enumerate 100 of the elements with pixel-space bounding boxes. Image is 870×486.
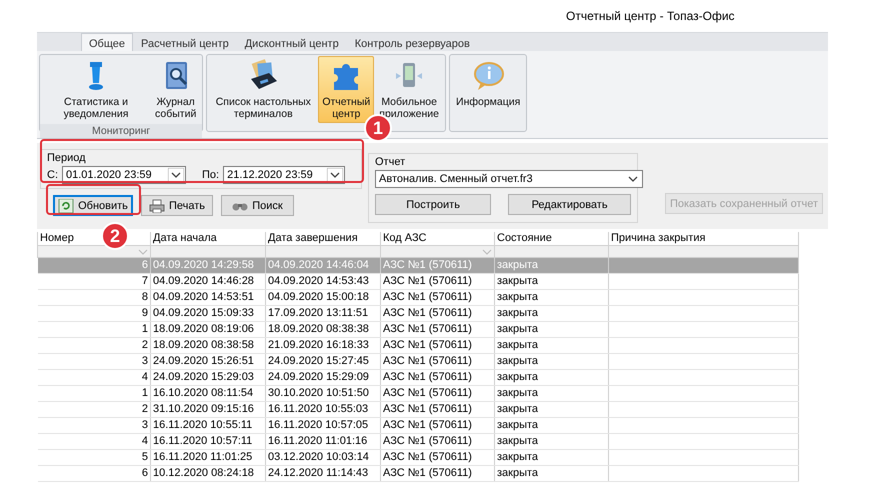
table-cell: 16.11.2020 10:57:11 (153, 435, 252, 447)
table-cell: закрыта (497, 323, 538, 335)
ribbon-button[interactable]: Статистика и уведомления (42, 56, 150, 123)
field-label: По: (202, 169, 220, 181)
table-cell: 16.11.2020 11:01:25 (153, 451, 252, 463)
table-row[interactable]: 3 24.09.2020 15:26:51 24.09.2020 15:27:45 АЗС №1 (570611) закрыта (38, 354, 798, 370)
table-cell: 7 (142, 275, 148, 287)
table-cell: 18.09.2020 08:38:58 (153, 339, 254, 351)
table-cell: 24.09.2020 15:26:51 (153, 355, 254, 367)
table-cell: АЗС №1 (570611) (383, 291, 472, 303)
ribbon-button[interactable]: Журнал событий (151, 56, 200, 123)
window-title: Отчетный центр - Топаз-Офис (566, 9, 735, 23)
table-row[interactable]: 8 04.09.2020 14:53:51 04.09.2020 15:00:18 АЗС №1 (570611) закрыта (38, 290, 798, 306)
table-cell: закрыта (497, 435, 538, 447)
table-cell: АЗС №1 (570611) (383, 307, 472, 319)
ribbon-button[interactable]: Отчетный центр (318, 56, 374, 123)
group-label: Мониторинг (40, 124, 202, 138)
table-cell: 04.09.2020 14:46:04 (268, 259, 369, 271)
table-cell: 04.09.2020 14:29:58 (153, 259, 254, 271)
table-cell: закрыта (497, 275, 538, 287)
table-cell: закрыта (497, 403, 538, 415)
table-cell: АЗС №1 (570611) (383, 371, 472, 383)
table-cell: 6 (142, 467, 148, 479)
table-cell: 24.09.2020 15:29:03 (153, 371, 254, 383)
column-header[interactable]: Состояние (494, 232, 608, 246)
group-title: Период (47, 152, 87, 164)
table-row[interactable]: 2 18.09.2020 08:38:58 21.09.2020 16:18:33 АЗС №1 (570611) закрыта (38, 338, 798, 354)
toolbar-button[interactable]: Поиск (221, 195, 294, 216)
table-cell: закрыта (497, 355, 538, 367)
table-cell: АЗС №1 (570611) (383, 275, 472, 287)
table-row[interactable]: 4 16.11.2020 10:57:11 16.11.2020 11:01:16 АЗС №1 (570611) закрыта (38, 434, 798, 450)
table-cell: закрыта (497, 291, 538, 303)
table-cell: 16.11.2020 10:55:11 (153, 419, 252, 431)
column-header[interactable]: Код АЗС (380, 232, 494, 246)
dropdown-icon (482, 248, 492, 256)
ribbon-button[interactable]: Информация (452, 56, 524, 116)
toolbar-button[interactable]: Обновить (53, 195, 133, 216)
table-cell: 24.09.2020 15:29:09 (268, 371, 369, 383)
table-cell: закрыта (497, 467, 538, 479)
table-cell: 3 (142, 419, 148, 431)
column-header[interactable]: Причина закрытия (608, 232, 798, 246)
dropdown-icon (168, 168, 184, 182)
printer-icon (148, 198, 165, 212)
table-cell: закрыта (497, 451, 538, 463)
ribbon-tab[interactable]: Расчетный центр (133, 33, 237, 51)
table-cell: 1 (142, 323, 148, 335)
column-header[interactable]: Дата завершения (266, 232, 380, 246)
table-cell: 16.11.2020 10:55:03 (268, 403, 368, 415)
table-cell: 3 (142, 355, 148, 367)
table-row[interactable]: 7 04.09.2020 14:46:28 04.09.2020 14:53:43 АЗС №1 (570611) закрыта (38, 274, 798, 290)
table-cell: АЗС №1 (570611) (383, 323, 472, 335)
table-row[interactable]: 4 24.09.2020 15:29:03 24.09.2020 15:29:09 АЗС №1 (570611) закрыта (38, 370, 798, 386)
table-cell: 04.09.2020 15:00:18 (268, 291, 369, 303)
table-cell: 18.09.2020 08:19:06 (153, 323, 254, 335)
table-cell: 04.09.2020 15:09:33 (153, 307, 254, 319)
ribbon-button[interactable]: Список настольных терминалов (209, 56, 318, 123)
table-cell: АЗС №1 (570611) (383, 259, 472, 271)
table-cell: 17.09.2020 13:11:51 (268, 307, 368, 319)
group-title: Отчет (375, 156, 406, 168)
table-row[interactable]: 1 16.10.2020 08:11:54 30.10.2020 10:51:50 АЗС №1 (570611) закрыта (38, 386, 798, 402)
report-button[interactable]: Редактировать (508, 194, 631, 215)
table-cell: 4 (142, 435, 148, 447)
table-cell: 16.10.2020 08:11:54 (153, 387, 254, 399)
table-cell: закрыта (497, 387, 538, 399)
table-cell: 4 (142, 371, 148, 383)
table-cell: АЗС №1 (570611) (383, 387, 472, 399)
toolbar-button[interactable]: Печать (141, 195, 213, 216)
report-dropdown[interactable]: Автоналив. Сменный отчет.fr3 (375, 170, 643, 188)
ribbon-tab[interactable]: Общее (81, 33, 134, 51)
table-cell: закрыта (497, 339, 538, 351)
table-row[interactable]: 2 31.10.2020 09:15:16 16.11.2020 10:55:03 АЗС №1 (570611) закрыта (38, 402, 798, 418)
table-cell: 21.09.2020 16:18:33 (268, 339, 369, 351)
refresh-icon (58, 198, 74, 212)
table-cell: 6 (142, 259, 148, 271)
table-cell: закрыта (497, 307, 538, 319)
ribbon-tab[interactable]: Контроль резервуаров (346, 33, 478, 51)
table-cell: АЗС №1 (570611) (383, 419, 472, 431)
table-cell: закрыта (497, 371, 538, 383)
column-header[interactable]: Дата начала (150, 232, 266, 246)
table-row[interactable]: 1 18.09.2020 08:19:06 18.09.2020 08:38:38 АЗС №1 (570611) закрыта (38, 322, 798, 338)
table-row[interactable]: 5 16.11.2020 11:01:25 03.12.2020 10:03:14 АЗС №1 (570611) закрыта (38, 450, 798, 466)
table-cell: 03.12.2020 10:03:14 (268, 451, 369, 463)
table-cell: 2 (142, 339, 148, 351)
table-cell: 16.11.2020 10:57:05 (268, 419, 368, 431)
table-cell: 10.12.2020 08:24:18 (153, 467, 254, 479)
table-row[interactable]: 3 16.11.2020 10:55:11 16.11.2020 10:57:05 АЗС №1 (570611) закрыта (38, 418, 798, 434)
ribbon-tab[interactable]: Дисконтный центр (236, 33, 347, 51)
dropdown-icon (138, 248, 148, 256)
table-cell: закрыта (497, 259, 538, 271)
table-cell: 04.09.2020 14:53:43 (268, 275, 369, 287)
table-cell: АЗС №1 (570611) (383, 339, 472, 351)
info-icon (471, 59, 506, 93)
table-row[interactable]: 6 10.12.2020 08:24:18 24.12.2020 11:14:43 АЗС №1 (570611) закрыта (38, 466, 798, 482)
table-cell: 2 (142, 403, 148, 415)
table-cell: 18.09.2020 08:38:38 (268, 323, 369, 335)
report-button[interactable]: Построить (375, 194, 492, 215)
field-label: С: (47, 169, 58, 181)
table-row[interactable]: 9 04.09.2020 15:09:33 17.09.2020 13:11:51 АЗС №1 (570611) закрыта (38, 306, 798, 322)
table-cell: 8 (142, 291, 148, 303)
table-cell: 24.12.2020 11:14:43 (268, 467, 368, 479)
